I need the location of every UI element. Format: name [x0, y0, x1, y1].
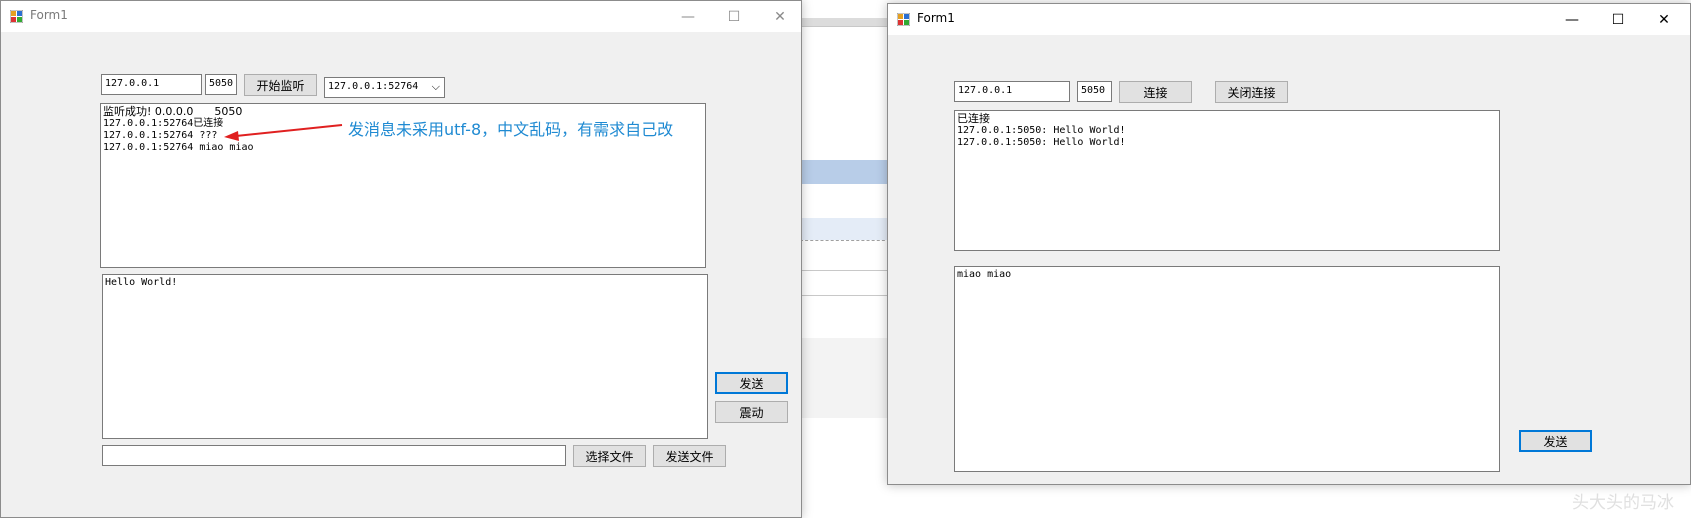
minimize-button[interactable]: —	[665, 1, 711, 32]
send-button[interactable]: 发送	[715, 372, 788, 394]
log-line: 已连接	[957, 112, 990, 125]
ip-field[interactable]: 127.0.0.1	[954, 81, 1070, 102]
minimize-icon: —	[681, 8, 695, 25]
send-file-button[interactable]: 发送文件	[653, 445, 726, 467]
message-input[interactable]: miao miao	[954, 266, 1500, 472]
maximize-button[interactable]: ☐	[711, 1, 757, 32]
client-window: Form1 — ☐ ✕ 127.0.0.1 5050 连接 关闭连接 已连接 1…	[887, 3, 1691, 485]
window-title: Form1	[30, 8, 68, 22]
app-icon	[897, 13, 910, 26]
ip-field[interactable]: 127.0.0.1	[101, 74, 202, 95]
maximize-button[interactable]: ☐	[1595, 4, 1641, 35]
shake-button[interactable]: 震动	[715, 401, 788, 423]
log-line: 127.0.0.1:5050: Hello World!	[957, 137, 1126, 148]
message-input[interactable]: Hello World!	[102, 274, 708, 439]
send-button[interactable]: 发送	[1519, 430, 1592, 452]
choose-file-button[interactable]: 选择文件	[573, 445, 646, 467]
connect-button[interactable]: 连接	[1119, 81, 1192, 103]
minimize-icon: —	[1565, 11, 1579, 28]
message-text: miao miao	[957, 269, 1012, 280]
close-button[interactable]: ✕	[757, 1, 803, 32]
window-title: Form1	[917, 11, 955, 25]
watermark: 头大头的马冰	[1572, 493, 1674, 513]
port-field[interactable]: 5050	[205, 74, 237, 95]
minimize-button[interactable]: —	[1549, 4, 1595, 35]
close-icon: ✕	[1658, 11, 1670, 28]
client-select[interactable]: 127.0.0.1:52764 ⌵	[324, 77, 445, 98]
log-line: 127.0.0.1:5050: Hello World!	[957, 125, 1126, 136]
annotation-text: 发消息未采用utf-8，中文乱码，有需求自己改	[348, 120, 674, 139]
title-bar[interactable]: Form1 — ☐ ✕	[1, 1, 801, 32]
chevron-down-icon: ⌵	[431, 80, 440, 93]
close-button[interactable]: ✕	[1641, 4, 1687, 35]
log-line: 127.0.0.1:52764 miao miao	[103, 142, 254, 153]
client-select-value: 127.0.0.1:52764	[328, 81, 419, 92]
server-window: Form1 — ☐ ✕ 127.0.0.1 5050 开始监听 127.0.0.…	[0, 0, 802, 518]
close-connection-button[interactable]: 关闭连接	[1215, 81, 1288, 103]
port-field[interactable]: 5050	[1077, 81, 1112, 102]
close-icon: ✕	[774, 8, 786, 25]
title-bar[interactable]: Form1 — ☐ ✕	[888, 4, 1690, 35]
file-path-field[interactable]	[102, 445, 566, 466]
maximize-icon: ☐	[1611, 11, 1625, 28]
log-box[interactable]: 已连接 127.0.0.1:5050: Hello World! 127.0.0…	[954, 110, 1500, 251]
app-icon	[10, 10, 23, 23]
start-listen-button[interactable]: 开始监听	[244, 74, 317, 96]
message-text: Hello World!	[105, 277, 178, 288]
maximize-icon: ☐	[727, 8, 741, 25]
